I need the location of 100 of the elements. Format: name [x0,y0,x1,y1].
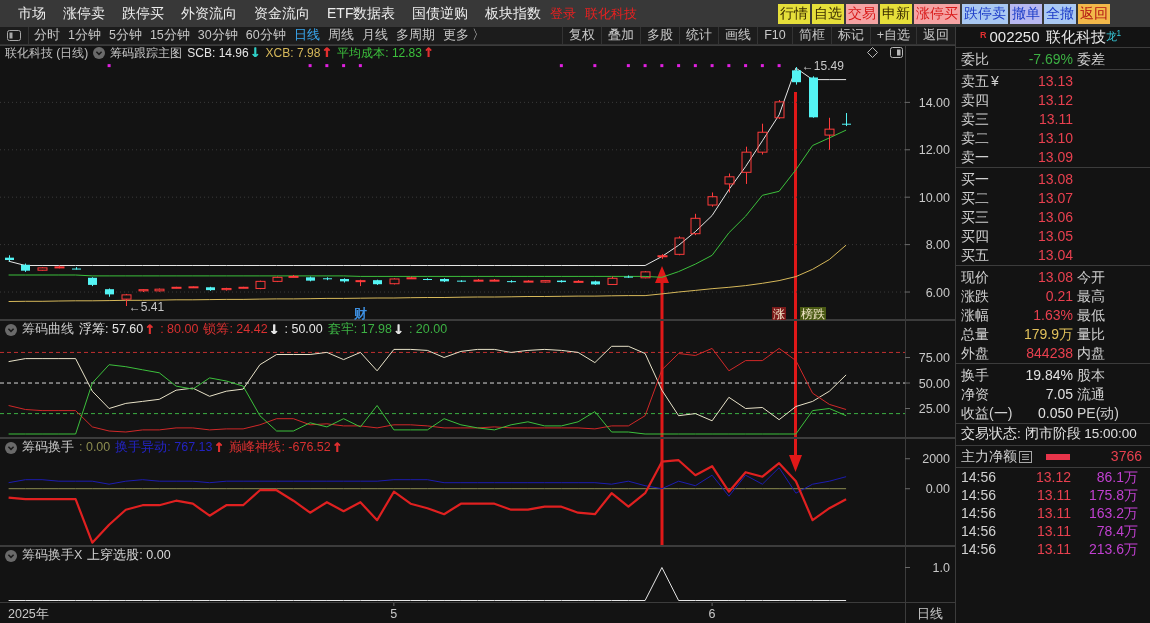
tag-label: 龙$^{1}$ [1105,28,1122,42]
panel-toggle-icon[interactable] [7,30,21,41]
stock-code: 002250 [989,26,1040,47]
axis-label: 2000 [922,452,950,467]
menu-item[interactable]: 涨停卖 [63,3,105,24]
quick-action-button[interactable]: 撤单 [1010,3,1042,24]
toolbar-button[interactable]: 统计 [679,27,719,44]
trend-arrow: ↓ [393,323,404,336]
period-tab[interactable]: 月线 [361,26,388,45]
candlestick [54,264,65,269]
quick-action-button[interactable]: 跌停卖 [962,3,1008,24]
currency-symbol: ¥ [991,73,999,88]
field-label: 买三 [961,209,989,224]
diamond-icon[interactable] [867,47,878,58]
field-value: 1.63% [1032,307,1073,322]
quick-action-button[interactable]: 行情 [778,3,810,24]
period-tab[interactable]: 60分钟 [245,26,286,45]
field-value: 13.11 [1038,111,1073,126]
field-value: 0.21 [1044,288,1073,303]
toolbar-button[interactable]: 画线 [718,27,758,44]
legend-value: SCB: 14.96 [187,44,249,62]
toolbar-button[interactable]: +自选 [869,27,916,44]
period-tab[interactable]: 分时 [34,26,60,45]
field-label: 主力净额 [961,447,1017,466]
candlestick [373,279,382,286]
tick-time: 14:56 [960,524,998,538]
field-label: 涨幅 [961,307,989,322]
candlestick [272,276,283,283]
field-value: 19.84% [1024,367,1073,382]
event-label: 榜跌 [799,307,826,321]
axis-label: 12.00 [918,143,950,158]
toolbar-button[interactable]: 简框 [791,27,831,44]
candlestick [306,276,315,282]
candlestick [138,288,149,293]
candlestick [640,270,651,279]
period-tab[interactable]: 周线 [327,26,354,45]
menu-item[interactable]: ETF数据表 [327,3,396,24]
stock-name: 联化科技 [585,4,638,23]
quick-action-button[interactable]: 自选 [812,3,844,24]
stock-name: 联化科技 [1045,26,1106,47]
toolbar-button[interactable]: F10 [757,27,792,44]
quick-action-button[interactable]: 返回 [1078,3,1110,24]
candlestick [573,279,584,284]
field-label: 买五 [961,247,989,262]
quick-action-button[interactable]: 全撤 [1044,3,1076,24]
period-tab[interactable]: 日线 [293,26,320,45]
tick-time: 14:56 [960,542,998,556]
candlestick [355,279,366,287]
candlestick [423,277,432,281]
legend-value: 换手异动: 767.13 [115,439,213,457]
field-label: 委比 [961,51,989,66]
menu-item[interactable]: 国债逆购 [412,3,469,24]
candlestick [741,146,752,185]
axis-label: 1.0 [932,561,950,575]
more-menu[interactable]: 更多 〉 [442,26,486,45]
collapse-icon[interactable] [5,441,17,454]
toolbar-button[interactable]: 返回 [916,27,955,44]
menu-item[interactable]: 资金流向 [254,3,310,24]
trend-arrow: ↑ [213,441,225,454]
axis-label: 75.00 [918,351,950,366]
candlestick [121,293,132,307]
toolbar-button[interactable]: 叠加 [601,27,641,44]
collapse-icon[interactable] [93,46,106,59]
period-tab[interactable]: 1分钟 [68,26,101,45]
tick-time: 14:56 [960,506,998,520]
candlestick [792,66,801,86]
indicator-title: 筹码换手X [22,547,83,565]
panel-toggle-icon[interactable] [890,47,903,58]
period-tab[interactable]: 15分钟 [149,26,190,45]
collapse-icon[interactable] [5,549,17,562]
period-tab[interactable]: 30分钟 [197,26,238,45]
trade-status: 交易状态: 闭市阶段 15:00:00 [961,425,1137,444]
tick-price: 13.11 [1036,524,1071,538]
menu-item[interactable]: 跌停买 [122,3,164,24]
period-label: 日线 [917,607,943,621]
list-icon[interactable] [1019,450,1032,463]
field-label: 卖五 [961,73,989,88]
legend-value: 巅峰神线: -676.52 [229,439,331,457]
collapse-icon[interactable] [5,323,17,336]
legend-value: 浮筹: 57.60 [79,321,144,339]
toolbar-button[interactable]: 标记 [830,27,870,44]
axis-label: 10.00 [918,190,950,205]
field-value: -7.69% [1027,51,1073,66]
field-value: 13.13 [1036,73,1073,88]
period-tab[interactable]: 5分钟 [108,26,142,45]
menu-item[interactable]: 板块指数 [485,3,542,24]
indicator-title: 筹码跟踪主图 [110,44,183,62]
menu-item[interactable]: 市场 [18,3,46,24]
period-tab[interactable]: 多周期 [395,26,435,45]
toolbar-button[interactable]: 多股 [640,27,680,44]
field-label: PE(动) [1076,405,1119,420]
field-value: 13.08 [1036,171,1073,186]
tick-volume: 213.6万 [1087,542,1138,556]
axis-label: 6.00 [925,285,950,300]
candlestick [489,278,500,282]
toolbar-button[interactable]: 复权 [562,27,602,44]
field-value: 13.04 [1036,247,1073,262]
candlestick [824,117,835,151]
menu-item[interactable]: 外资流向 [181,3,237,24]
quick-action-button[interactable]: 申新 [880,3,912,24]
